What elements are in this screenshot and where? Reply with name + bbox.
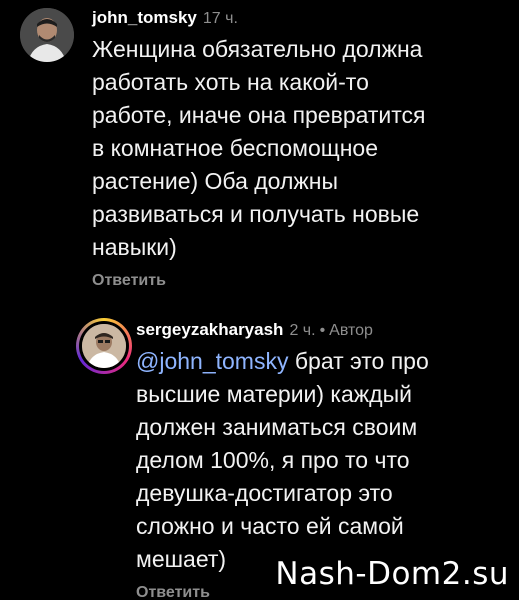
reply-text: @john_tomsky брат это про высшие материи… <box>136 345 516 576</box>
reply-text-first-line: брат это про <box>288 348 429 374</box>
reply-time: 2 ч. <box>289 322 316 339</box>
comment-username[interactable]: john_tomsky <box>92 8 197 27</box>
avatar[interactable] <box>20 8 74 62</box>
reply-button[interactable]: Ответить <box>92 272 512 290</box>
mention-link[interactable]: @john_tomsky <box>136 348 288 374</box>
comment-body: john_tomsky 17 ч. Женщина обязательно дол… <box>92 6 512 290</box>
meta-separator: • <box>319 322 326 339</box>
author-badge: Автор <box>329 322 373 339</box>
story-ring-avatar[interactable] <box>76 318 132 374</box>
reply-text-rest: высшие материи) каждый должен заниматься… <box>136 381 418 572</box>
comment-time: 17 ч. <box>202 10 238 27</box>
watermark: Nash-Dom2.su <box>275 556 509 592</box>
profile-photo-icon <box>82 324 126 368</box>
reply-username[interactable]: sergeyzakharyash <box>136 320 283 339</box>
comments-thread: john_tomsky 17 ч. Женщина обязательно дол… <box>0 0 519 600</box>
comment-meta: john_tomsky 17 ч. <box>92 6 512 30</box>
reply-meta: sergeyzakharyash 2 ч. • Автор <box>136 318 516 342</box>
comment-text: Женщина обязательно должна работать хоть… <box>92 36 426 260</box>
profile-photo-icon <box>20 8 74 62</box>
